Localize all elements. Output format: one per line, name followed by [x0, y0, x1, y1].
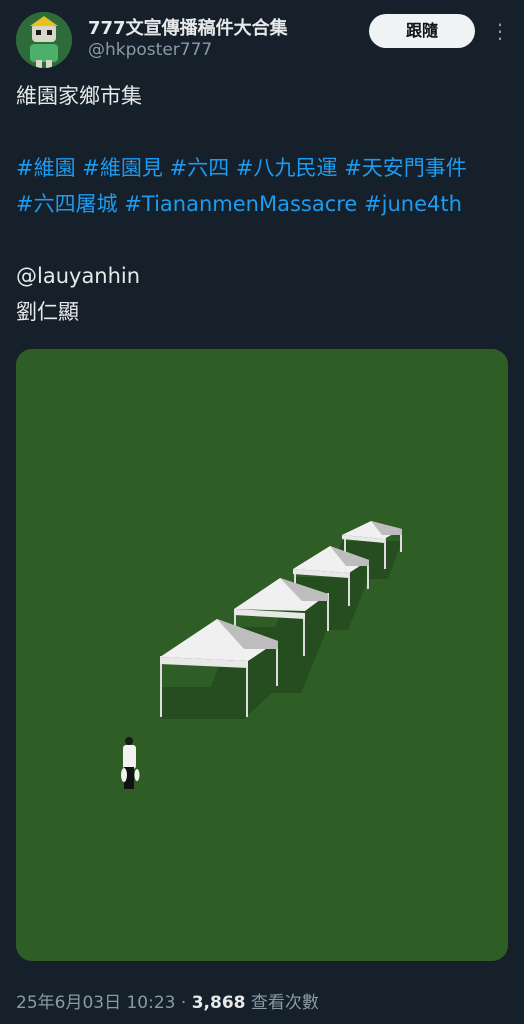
meta-separator: · — [180, 993, 187, 1013]
post-title: 維園家鄉市集 — [16, 84, 142, 108]
author-name[interactable]: 777文宣傳播稿件大合集 — [88, 14, 288, 40]
more-options-icon[interactable]: ⋮ — [490, 16, 510, 46]
tweet-datetime[interactable]: 25年6月03日 10:23 — [16, 993, 175, 1013]
hashtag[interactable]: #六四屠城 — [16, 192, 118, 216]
avatar-robot-icon — [16, 12, 72, 68]
user-mention[interactable]: @lauyanhin — [16, 264, 140, 288]
author-handle[interactable]: @hkposter777 — [88, 40, 212, 60]
tents-illustration — [16, 349, 508, 961]
views-label: 查看次數 — [250, 993, 319, 1013]
mention-line: @lauyanhin — [16, 258, 140, 294]
hashtag[interactable]: #六四 — [170, 156, 230, 180]
hashtag[interactable]: #june4th — [364, 192, 462, 216]
hashtag-line-2: #六四屠城 #TiananmenMassacre #june4th — [16, 186, 462, 222]
hashtag-line-1: #維園 #維園見 #六四 #八九民運 #天安門事件 — [16, 150, 467, 186]
tweet-meta: 25年6月03日 10:23 · 3,868 查看次數 — [16, 988, 319, 1013]
hashtag[interactable]: #維園見 — [82, 156, 163, 180]
views-count: 3,868 — [191, 993, 246, 1013]
hashtag[interactable]: #TiananmenMassacre — [124, 192, 357, 216]
hashtag[interactable]: #八九民運 — [236, 156, 338, 180]
post-image[interactable] — [16, 349, 508, 961]
post-signature: 劉仁顯 — [16, 300, 79, 324]
tweet-detail-page: 777文宣傳播稿件大合集 @hkposter777 跟隨 ⋮ 維園家鄉市集 #維… — [0, 0, 524, 1024]
avatar[interactable] — [16, 12, 72, 68]
hashtag[interactable]: #天安門事件 — [344, 156, 467, 180]
follow-button[interactable]: 跟隨 — [369, 14, 475, 48]
hashtag[interactable]: #維園 — [16, 156, 76, 180]
tweet-header: 777文宣傳播稿件大合集 @hkposter777 跟隨 ⋮ — [16, 10, 510, 68]
